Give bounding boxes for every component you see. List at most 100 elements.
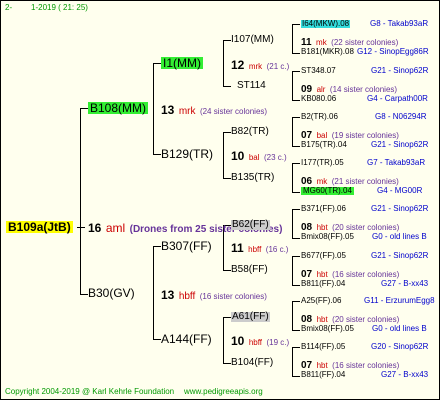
gen1-node-1: B108(MM): [88, 101, 149, 115]
sister-count: (16 sister colonies): [199, 292, 267, 301]
breeder: hbff: [178, 291, 196, 302]
breeder: alr: [316, 85, 326, 94]
gen4-label: G21 - Sinop62R: [371, 251, 429, 260]
gen4-id: B811(FF).04: [301, 370, 346, 379]
connector: [292, 192, 300, 193]
connector: [80, 108, 81, 294]
year: 10: [231, 149, 245, 163]
gen4-label: G27 - B-xx43: [381, 279, 429, 288]
connector: [292, 117, 300, 118]
gen4-label: G12 - SinopEgg86R: [357, 47, 429, 56]
connector: [292, 146, 300, 147]
connector: [77, 227, 85, 228]
gen3-node-1: I107(MM): [231, 34, 274, 45]
root-year: 16: [88, 221, 102, 235]
gen2-info-4: 10 hbff (19 c.): [231, 333, 289, 349]
gen4-label: G7 - Takab93aR: [367, 158, 426, 167]
breeder: mrk: [248, 62, 263, 71]
gen4-label: G11 - ErzurumEgg8: [364, 296, 435, 305]
breeder: hbt: [316, 315, 328, 324]
sister-count: (19 c.): [266, 338, 290, 347]
breeder: bal: [248, 153, 260, 162]
connector: [292, 209, 300, 210]
year: 13: [161, 288, 175, 302]
gen4-id: ST348.07: [301, 66, 336, 75]
gen2-node-3: B307(FF): [161, 239, 212, 253]
gen3-node-6: B58(FF): [231, 264, 268, 275]
breeder: hbt: [316, 223, 328, 232]
breeder: hbff: [248, 245, 262, 254]
gen2-node-2: B129(TR): [161, 147, 214, 161]
gen3-node-5: B62(FF): [231, 219, 270, 230]
breeder: bal: [316, 131, 328, 140]
connector: [292, 100, 300, 101]
breeder: hbt: [316, 270, 328, 279]
footer-website-link[interactable]: www.pedigreeapis.org: [184, 388, 263, 396]
connector: [292, 347, 300, 348]
connector: [223, 132, 231, 133]
breeder: hbt: [316, 361, 328, 370]
connector: [80, 108, 88, 109]
breeder: mk: [316, 38, 327, 47]
pedigree-frame: 2- 1-2019 ( 21: 25) B109a(JtB) 16 aml (D…: [0, 0, 440, 400]
gen4-label: G4 - Carpath00R: [367, 94, 428, 103]
connector: [292, 117, 293, 146]
connector: [292, 71, 300, 72]
connector: [292, 376, 300, 377]
gen3-node-7: A61(FF): [231, 311, 270, 322]
connector: [223, 86, 231, 87]
year: 11: [231, 241, 244, 255]
gen3-node-8: B104(FF): [231, 357, 274, 368]
root-breeder: aml: [105, 221, 126, 235]
gen4-id: B2(TR).06: [301, 112, 338, 121]
breeder: mk: [316, 177, 328, 186]
connector: [223, 40, 224, 86]
gen4-id: MG60(TR).04: [301, 186, 354, 195]
gen4-id: B175(TR).04: [301, 140, 347, 149]
gen3-node-3: B82(TR): [231, 126, 269, 137]
year: 13: [161, 103, 175, 117]
gen4-label: G0 - old lines B: [372, 232, 427, 241]
gen2-info-2: 10 bal (23 c.): [231, 148, 287, 164]
gen4-label: G21 - Sinop62R: [371, 204, 429, 213]
gen4-id: B181(MKR).08: [301, 47, 354, 56]
sister-count: (23 c.): [263, 153, 287, 162]
sister-count: (20 sister colonies): [332, 223, 400, 232]
connector: [223, 363, 231, 364]
gen4-id: Bmix08(FF).05: [301, 324, 354, 333]
root-queen: B109a(JtB): [6, 220, 73, 234]
breeder: mrk: [178, 106, 196, 117]
gen1-info-2: 13 hbff (16 sister colonies): [161, 287, 267, 303]
connector: [153, 246, 161, 247]
footer-copyright: Copyright 2004-2019 @ Karl Kehrle Founda…: [5, 387, 175, 396]
connector: [153, 339, 161, 340]
gen4-id: I64(MKW).08: [301, 19, 351, 28]
gen2-info-1: 12 mrk (21 c.): [231, 57, 289, 73]
gen4-id: I177(TR).05: [301, 158, 344, 167]
sister-count: (21 c.): [266, 62, 290, 71]
year: 10: [231, 334, 245, 348]
gen4-label: G21 - Sinop62R: [371, 66, 429, 75]
gen4-id: B811(FF).04: [301, 279, 346, 288]
sister-count: (16 sister colonies): [332, 270, 400, 279]
gen4-label: G27 - B-xx43: [381, 370, 429, 379]
connector: [223, 132, 224, 178]
gen4-id: KB080.06: [301, 94, 337, 103]
connector: [292, 330, 300, 331]
connector: [223, 317, 224, 363]
connector: [292, 256, 300, 257]
gen2-node-1: I1(MM): [161, 56, 203, 70]
connector: [223, 317, 231, 318]
connector: [223, 178, 231, 179]
connector: [153, 63, 161, 64]
gen4-id: B677(FF).05: [301, 251, 346, 260]
gen4-id: B114(FF).05: [301, 342, 346, 351]
gen4-label: G21 - Sinop62R: [371, 140, 429, 149]
connector: [80, 294, 88, 295]
header-generation: 2-: [5, 3, 13, 12]
connector: [292, 301, 300, 302]
connector: [292, 209, 293, 238]
sister-count: (19 sister colonies): [331, 131, 399, 140]
gen4-label: G0 - old lines B: [372, 324, 427, 333]
connector: [223, 270, 231, 271]
